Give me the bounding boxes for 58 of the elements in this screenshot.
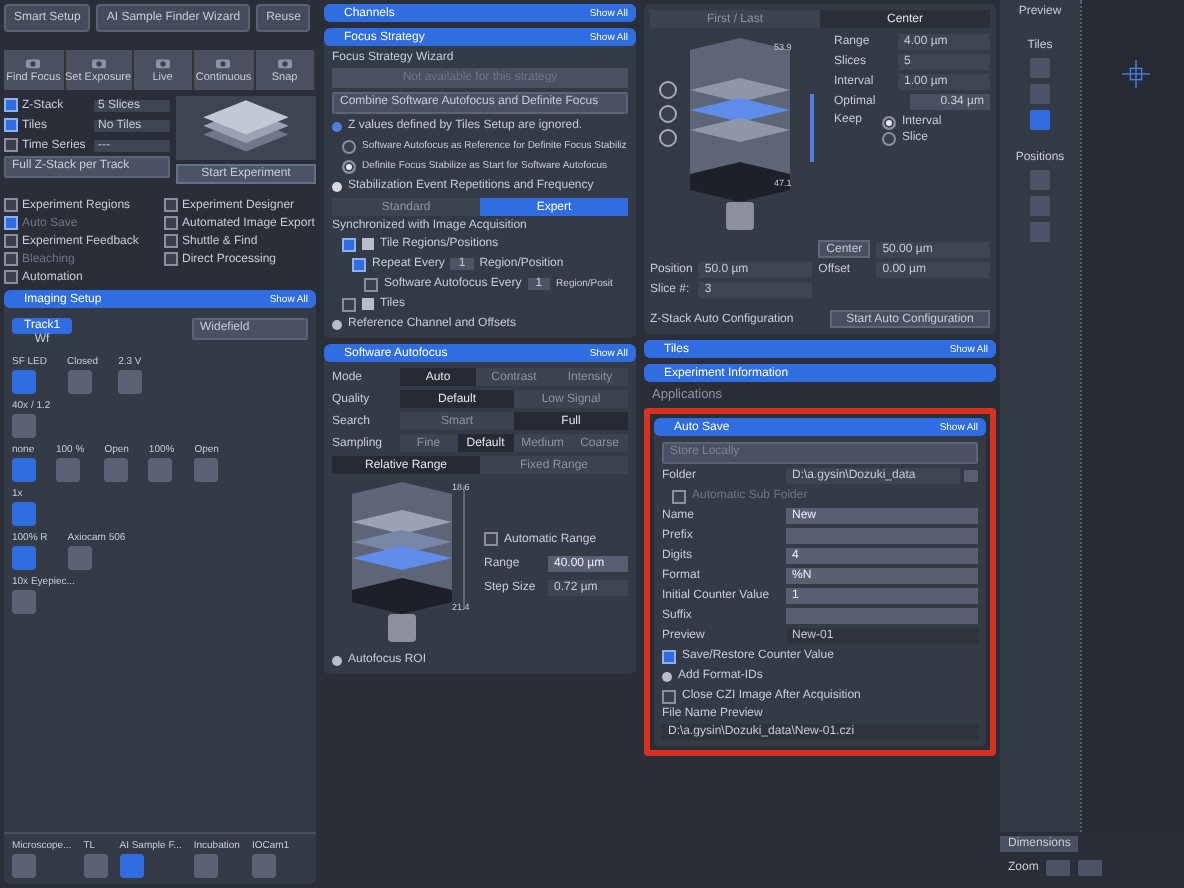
radio-button[interactable] bbox=[882, 131, 897, 145]
checkbox[interactable] bbox=[342, 237, 356, 251]
component-icon[interactable] bbox=[56, 458, 80, 482]
camera-icon bbox=[275, 56, 294, 70]
camera-icon bbox=[24, 56, 43, 70]
device-icon[interactable] bbox=[193, 854, 218, 878]
device-icon[interactable] bbox=[119, 854, 144, 878]
component-icon[interactable] bbox=[12, 414, 36, 438]
stack-drawing bbox=[176, 96, 316, 160]
device-icon[interactable] bbox=[251, 854, 276, 878]
radio-button[interactable] bbox=[342, 159, 356, 173]
checkbox[interactable] bbox=[4, 98, 18, 112]
browse-button[interactable] bbox=[964, 470, 978, 482]
checkbox[interactable] bbox=[4, 118, 18, 132]
checkbox[interactable] bbox=[164, 234, 178, 248]
component-icon[interactable] bbox=[67, 370, 92, 394]
input-field[interactable] bbox=[786, 528, 978, 544]
radio-button[interactable] bbox=[342, 139, 356, 153]
component-icon[interactable] bbox=[12, 590, 36, 614]
checkbox[interactable] bbox=[164, 198, 178, 212]
checkbox[interactable] bbox=[342, 297, 356, 311]
checkbox[interactable] bbox=[4, 198, 18, 212]
checkbox[interactable] bbox=[352, 257, 366, 271]
checkbox[interactable] bbox=[164, 252, 178, 266]
tile-tool-icon[interactable] bbox=[1030, 110, 1050, 130]
grid-icon bbox=[362, 238, 374, 250]
radio-button[interactable] bbox=[882, 115, 897, 129]
camera-icon bbox=[153, 56, 172, 70]
tile-tool-icon[interactable] bbox=[1030, 58, 1050, 78]
component-icon[interactable] bbox=[118, 370, 143, 394]
checkbox[interactable] bbox=[672, 489, 686, 503]
component-icon[interactable] bbox=[67, 546, 92, 570]
component-icon[interactable] bbox=[104, 458, 129, 482]
grid-icon bbox=[362, 298, 374, 310]
checkbox[interactable] bbox=[4, 234, 18, 248]
device-icon[interactable] bbox=[83, 854, 108, 878]
info-icon bbox=[332, 121, 342, 131]
camera-icon bbox=[89, 56, 108, 70]
input-field[interactable] bbox=[786, 608, 978, 624]
camera-icon bbox=[214, 56, 233, 70]
checkbox[interactable] bbox=[164, 216, 178, 230]
checkbox[interactable] bbox=[484, 532, 498, 546]
zoom-button[interactable] bbox=[1046, 860, 1071, 876]
component-icon[interactable] bbox=[148, 458, 173, 482]
checkbox[interactable] bbox=[662, 649, 676, 663]
checkbox[interactable] bbox=[4, 270, 18, 284]
component-icon[interactable] bbox=[12, 370, 36, 394]
checkbox[interactable] bbox=[662, 689, 676, 703]
zoom-button[interactable] bbox=[1078, 860, 1103, 876]
component-icon[interactable] bbox=[12, 546, 36, 570]
crosshair-icon bbox=[1122, 60, 1150, 88]
device-icon[interactable] bbox=[12, 854, 36, 878]
component-icon[interactable] bbox=[194, 458, 219, 482]
tile-tool-icon[interactable] bbox=[1030, 84, 1050, 104]
checkbox[interactable] bbox=[364, 277, 378, 291]
component-icon[interactable] bbox=[12, 458, 36, 482]
checkbox[interactable] bbox=[4, 138, 18, 152]
component-icon[interactable] bbox=[12, 502, 36, 526]
